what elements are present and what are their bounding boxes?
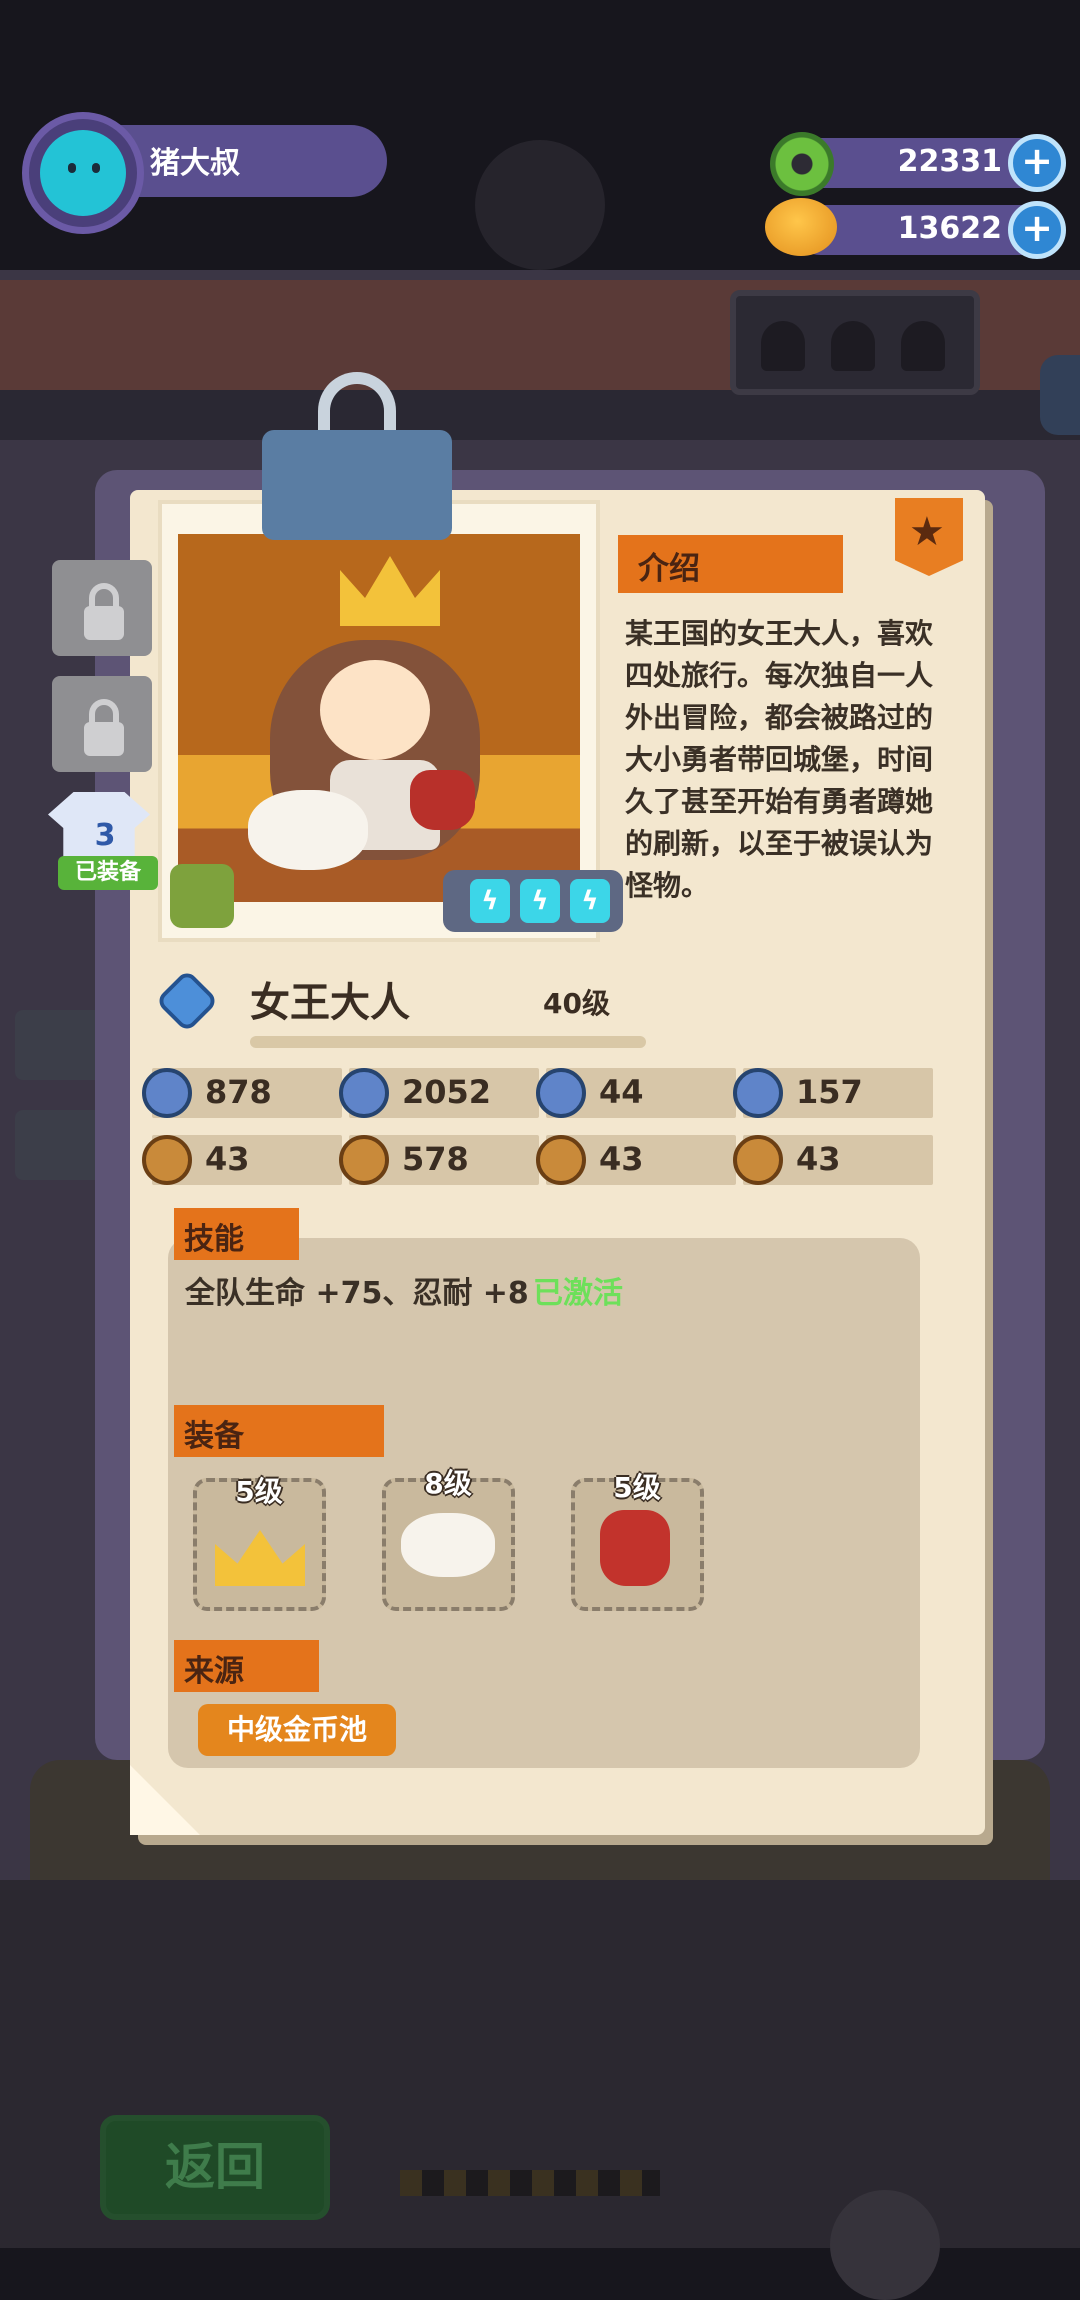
right-edge-button[interactable] — [1040, 355, 1080, 435]
add-donut-button[interactable]: + — [1008, 134, 1066, 192]
side-tab-story-hint[interactable] — [15, 1110, 105, 1180]
currency-value-donut: 22331 — [897, 144, 1002, 179]
star-icon: ★ — [909, 509, 945, 555]
brain-icon — [733, 1135, 783, 1185]
ghost-icon — [831, 321, 875, 371]
intro-text: 某王国的女王大人，喜欢四处旅行。每次独自一人外出冒险，都会被路过的大小勇者带回城… — [625, 617, 934, 902]
ghost-icon — [901, 321, 945, 371]
skill-text: 全队生命 +75、忍耐 +8 — [185, 1276, 529, 1311]
hero-dog — [248, 790, 368, 870]
lock-icon — [84, 606, 124, 640]
name-underline — [250, 1036, 646, 1048]
skill-status: 已激活 — [533, 1276, 623, 1311]
hero-face — [320, 660, 430, 760]
shield-icon — [536, 1068, 586, 1118]
equipment-level: 5级 — [613, 1471, 661, 1504]
stat-value: 43 — [205, 1140, 250, 1178]
currency-value-planet: 13622 — [897, 211, 1002, 246]
round-button[interactable] — [830, 2190, 940, 2300]
background-shelf-lower — [0, 390, 1080, 440]
stat-value: 2052 — [402, 1073, 492, 1111]
lightning-icon: ϟ — [520, 879, 560, 923]
lightning-icon: ϟ — [470, 879, 510, 923]
stat-value: 878 — [205, 1073, 272, 1111]
dog-icon — [398, 1510, 498, 1580]
cat-eye-icon — [92, 163, 100, 173]
stat-value: 44 — [599, 1073, 644, 1111]
side-tab-skill-hint[interactable] — [15, 1010, 105, 1080]
hero-bag — [410, 770, 475, 830]
equipment-level: 5级 — [235, 1475, 283, 1508]
muscle-icon — [536, 1135, 586, 1185]
sword-shield-icon — [339, 1068, 389, 1118]
intro-header: 介绍 — [618, 535, 843, 593]
heart-shield-icon — [142, 1068, 192, 1118]
equipment-level: 8级 — [424, 1467, 472, 1500]
hazard-stripe — [400, 2170, 660, 2196]
add-planet-button[interactable]: + — [1008, 201, 1066, 259]
lightning-icon: ϟ — [570, 879, 610, 923]
ghost-icon — [761, 321, 805, 371]
monster-badge-icon — [170, 864, 234, 928]
background-ghost-panel — [730, 290, 980, 395]
equipped-badge: 已装备 — [58, 856, 158, 890]
back-button[interactable]: 返回 — [100, 2115, 330, 2220]
cat-avatar-icon[interactable] — [40, 130, 126, 216]
smile-icon — [339, 1135, 389, 1185]
stat-value: 43 — [599, 1140, 644, 1178]
background-fan — [475, 140, 605, 270]
stat-value: 578 — [402, 1140, 469, 1178]
hero-name: 女王大人 — [250, 980, 410, 1026]
outfit-number: 3 — [94, 818, 116, 853]
boot-icon — [142, 1135, 192, 1185]
stat-value: 157 — [796, 1073, 863, 1111]
skill-header: 技能 — [174, 1208, 299, 1260]
cat-eye-icon — [68, 163, 76, 173]
bag-icon — [600, 1510, 670, 1586]
source-chip[interactable]: 中级金币池 — [198, 1704, 396, 1756]
stat-value: 43 — [796, 1140, 841, 1178]
equipment-header: 装备 — [174, 1405, 384, 1457]
binder-clip — [262, 430, 452, 540]
player-name: 猪大叔 — [150, 146, 240, 181]
source-header: 来源 — [174, 1640, 319, 1692]
hero-level: 40级 — [543, 987, 610, 1020]
anchor-shield-icon — [733, 1068, 783, 1118]
lock-icon — [84, 722, 124, 756]
